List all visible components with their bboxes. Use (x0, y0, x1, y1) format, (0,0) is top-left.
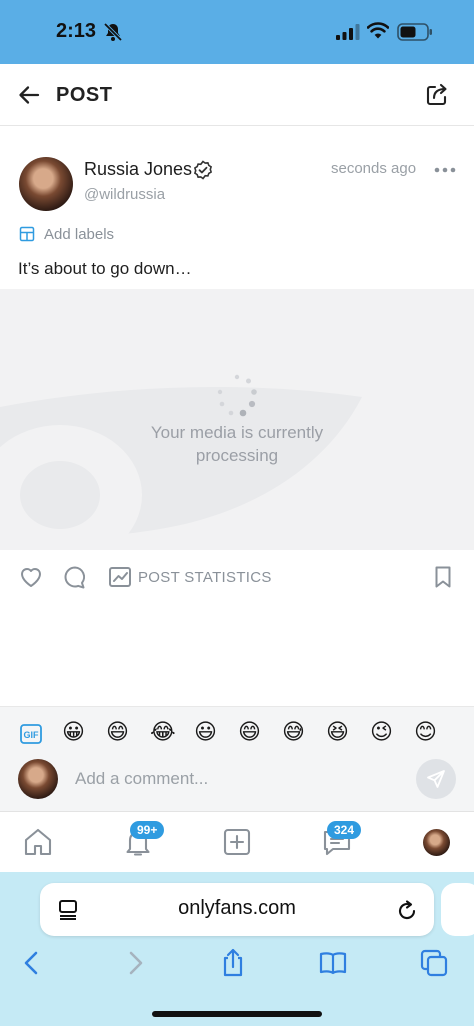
send-icon (427, 770, 445, 788)
send-comment-button[interactable] (416, 759, 456, 799)
comment-input[interactable] (66, 762, 402, 796)
next-tab-peek[interactable] (441, 883, 474, 936)
bookmarks-icon[interactable] (318, 948, 348, 978)
commenter-avatar (18, 759, 58, 799)
bell-off-icon (103, 22, 123, 42)
emoji-button[interactable]: 😅 (282, 720, 305, 746)
media-placeholder: Your media is currently processing (0, 289, 474, 550)
comment-composer (0, 758, 474, 812)
emoji-button[interactable]: 😉 (370, 720, 393, 746)
processing-line-2: processing (195, 446, 279, 465)
bottom-nav: 99+ 324 (0, 812, 474, 872)
post-actions: POST STATISTICS (0, 562, 474, 594)
processing-line-1: Your media is currently (150, 423, 324, 442)
url-text: onlyfans.com (178, 897, 296, 919)
signal-icon (336, 24, 360, 40)
post-statistics-button[interactable]: POST STATISTICS (138, 569, 272, 586)
more-icon[interactable] (434, 160, 456, 180)
browser-share-icon[interactable] (218, 948, 248, 978)
browser-chrome: onlyfans.com (0, 872, 474, 1026)
emoji-button[interactable]: 😄 (106, 720, 129, 746)
reload-icon[interactable] (396, 898, 418, 922)
bookmark-icon[interactable] (430, 564, 456, 590)
spinner-icon (217, 374, 257, 417)
notifications-badge: 99+ (130, 821, 165, 839)
emoji-button[interactable]: 😀 (62, 720, 85, 746)
add-labels-link[interactable]: Add labels (19, 224, 114, 244)
page-title: POST (56, 84, 113, 106)
gif-label: GIF (24, 730, 40, 740)
wifi-icon (367, 22, 389, 39)
back-arrow-icon[interactable] (16, 82, 42, 108)
media-watermark (0, 386, 362, 550)
emoji-bar: GIF 😀 😄 😂 😃 😄 😅 😆 😉 😊 (0, 706, 474, 758)
emoji-button[interactable]: 😊 (414, 720, 437, 746)
profile-avatar[interactable] (423, 829, 450, 856)
stats-icon[interactable] (107, 564, 133, 590)
add-labels-label: Add labels (44, 225, 115, 243)
browser-forward-icon[interactable] (120, 948, 150, 978)
emoji-button[interactable]: 😃 (194, 720, 217, 746)
author-avatar[interactable] (19, 157, 73, 211)
tabs-icon[interactable] (419, 948, 449, 978)
status-bar: 2:13 (0, 0, 474, 64)
comment-icon[interactable] (62, 564, 88, 590)
battery-icon (397, 23, 432, 41)
post-header: POST (0, 64, 474, 126)
emoji-button[interactable]: 😂 (150, 720, 176, 746)
gif-icon[interactable]: GIF (20, 724, 42, 744)
share-icon[interactable] (424, 82, 450, 108)
status-time: 2:13 (56, 20, 97, 42)
verified-icon (193, 160, 213, 180)
post-timestamp: seconds ago (331, 160, 417, 177)
messages-badge: 324 (327, 821, 362, 839)
processing-message: Your media is currently processing (0, 421, 474, 467)
address-bar[interactable]: onlyfans.com (40, 883, 434, 936)
author-name[interactable]: Russia Jones (84, 159, 192, 180)
emoji-button[interactable]: 😆 (326, 720, 349, 746)
browser-back-icon[interactable] (17, 948, 47, 978)
label-icon (19, 226, 35, 242)
home-icon[interactable] (22, 827, 54, 857)
like-icon[interactable] (18, 564, 44, 590)
home-indicator (152, 1011, 322, 1017)
add-post-icon[interactable] (221, 827, 253, 857)
emoji-button[interactable]: 😄 (238, 720, 261, 746)
author-handle[interactable]: @wildrussia (84, 186, 165, 203)
post-text: It’s about to go down… (18, 259, 192, 278)
